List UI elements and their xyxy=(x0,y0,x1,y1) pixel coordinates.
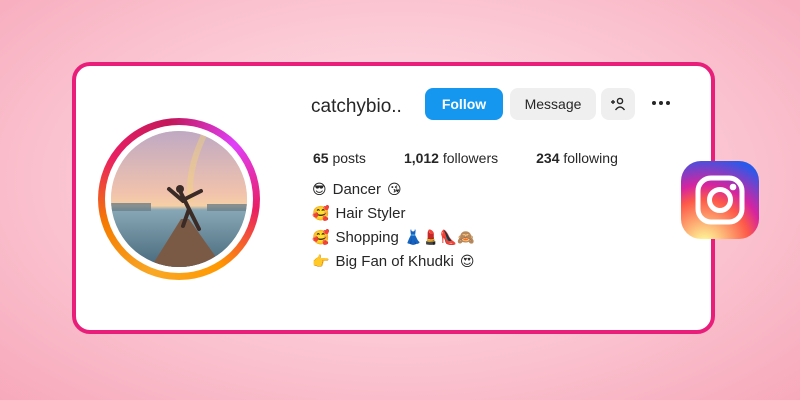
bio-line: 😎 Dancer 😘 xyxy=(312,181,402,198)
more-options-icon xyxy=(652,101,656,105)
followers-stat[interactable]: 1,012 followers xyxy=(404,150,498,166)
posts-stat[interactable]: 65 posts xyxy=(313,150,366,166)
profile-bio: 😎 Dancer 😘 🥰 Hair Styler 🥰 Shopping 👗💄👠🙈… xyxy=(312,178,475,274)
bio-line: 🥰 Hair Styler xyxy=(312,205,406,222)
story-ring[interactable] xyxy=(98,118,260,280)
avatar-border xyxy=(105,125,253,273)
profile-card: catchybio.. Follow Message 65 posts 1,01… xyxy=(72,62,715,334)
instagram-logo xyxy=(681,161,759,239)
bio-line: 🥰 Shopping 👗💄👠🙈 xyxy=(312,229,475,246)
add-user-icon xyxy=(611,97,626,111)
profile-stats: 65 posts 1,012 followers 234 following xyxy=(313,150,656,166)
following-stat[interactable]: 234 following xyxy=(536,150,618,166)
camera-icon xyxy=(695,175,745,225)
add-user-button[interactable] xyxy=(601,88,635,120)
bio-line: 👉 Big Fan of Khudki 😍 xyxy=(312,253,475,270)
username: catchybio.. xyxy=(311,96,402,117)
follow-button[interactable]: Follow xyxy=(425,88,503,120)
message-button[interactable]: Message xyxy=(510,88,596,120)
more-options-button[interactable] xyxy=(650,92,672,114)
avatar-photo xyxy=(111,131,247,267)
avatar[interactable] xyxy=(111,131,247,267)
